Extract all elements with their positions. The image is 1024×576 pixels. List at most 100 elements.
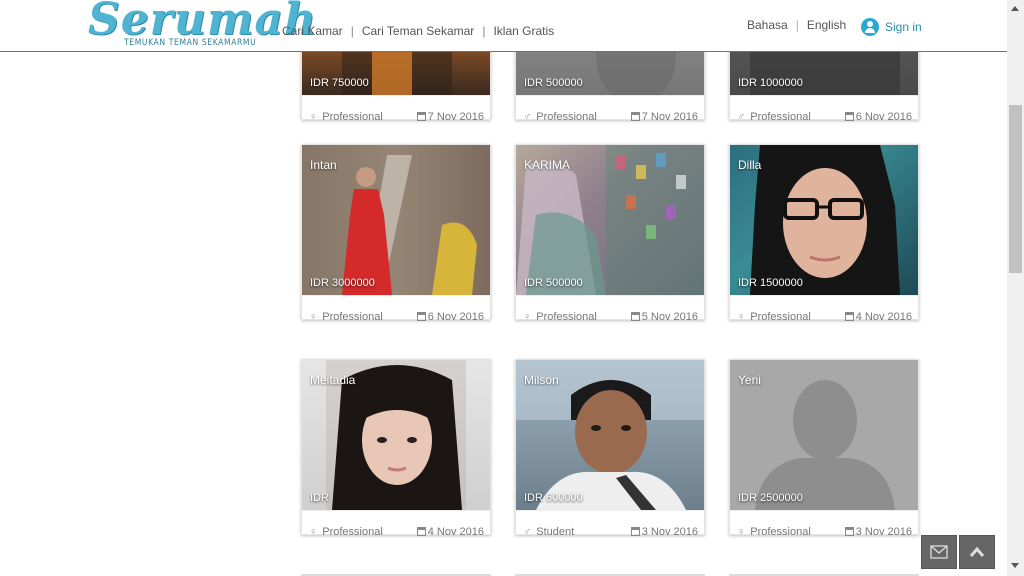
scroll-thumb[interactable] <box>1009 105 1022 273</box>
listing-date: 3 Nov 2016 <box>844 526 912 538</box>
logo-tagline: TEMUKAN TEMAN SEKAMARMU <box>124 38 257 48</box>
date-label: 6 Nov 2016 <box>427 311 484 323</box>
listing-occupation: ♀ Professional <box>737 311 811 323</box>
occupation-label: Professional <box>536 111 597 123</box>
female-icon: ♀ <box>737 311 746 323</box>
listing-date: 5 Nov 2016 <box>630 311 698 323</box>
scroll-to-top-button[interactable] <box>959 535 995 569</box>
language-value[interactable]: English <box>807 18 846 32</box>
listing-footer: ♂ Student 3 Nov 2016 <box>516 510 704 538</box>
listing-footer: ♀ Professional 7 Nov 2016 <box>302 95 490 123</box>
listing-date: 7 Nov 2016 <box>630 111 698 123</box>
site-logo[interactable]: Serumah TEMUKAN TEMAN SEKAMARMU <box>88 0 316 52</box>
main-nav: Cari Kamar | Cari Teman Sekamar | Iklan … <box>282 24 554 38</box>
date-label: 7 Nov 2016 <box>641 111 698 123</box>
listing-photo[interactable]: Intan IDR 3000000 <box>302 145 490 295</box>
nav-iklan-gratis[interactable]: Iklan Gratis <box>493 24 554 38</box>
female-icon: ♀ <box>309 311 318 323</box>
user-icon <box>861 18 879 36</box>
listing-name: Milson <box>524 373 559 387</box>
listing-name: Meitadia <box>310 373 356 387</box>
female-icon: ♀ <box>309 111 318 123</box>
listing-photo[interactable]: Dilla IDR 1500000 <box>730 145 918 295</box>
listing-card[interactable]: Yeni IDR 2500000 ♀ Professional 3 Nov 201… <box>729 359 919 538</box>
female-icon: ♀ <box>737 526 746 538</box>
listing-card[interactable]: Milson IDR 600000 ♂ Student 3 Nov 2016 <box>515 359 705 538</box>
listing-footer: ♀ Professional 5 Nov 2016 <box>516 295 704 323</box>
occupation-label: Professional <box>322 311 383 323</box>
listing-name: Dilla <box>738 158 762 172</box>
listing-photo[interactable]: KARIMA IDR 500000 <box>516 145 704 295</box>
listing-price: IDR 750000 <box>310 77 369 89</box>
listing-photo[interactable]: Milson IDR 600000 <box>516 360 704 510</box>
calendar-icon <box>844 112 854 121</box>
listing-footer: ♀ Professional 4 Nov 2016 <box>302 510 490 538</box>
male-icon: ♂ <box>523 111 532 123</box>
listing-card[interactable]: Meitadia IDR ♀ Professional 4 Nov 2016 <box>301 359 491 538</box>
occupation-label: Professional <box>322 111 383 123</box>
language-switcher: Bahasa | English <box>747 18 846 32</box>
occupation-label: Professional <box>750 311 811 323</box>
listing-occupation: ♀ Professional <box>737 526 811 538</box>
listing-photo[interactable]: Yeni IDR 2500000 <box>730 360 918 510</box>
listing-occupation: ♀ Professional <box>309 311 383 323</box>
listing-occupation: ♂ Professional <box>737 111 811 123</box>
calendar-icon <box>416 527 426 536</box>
scroll-down-arrow-icon[interactable] <box>1011 563 1019 568</box>
listing-price: IDR 1500000 <box>738 277 803 289</box>
female-icon: ♀ <box>309 526 318 538</box>
listing-card[interactable]: Dilla IDR 1500000 ♀ Professional 4 Nov 20… <box>729 144 919 323</box>
listing-card[interactable]: Intan IDR 3000000 ♀ Professional 6 Nov 20… <box>301 144 491 323</box>
listing-date: 4 Nov 2016 <box>844 311 912 323</box>
chevron-up-icon <box>969 546 985 557</box>
listing-price: IDR 500000 <box>524 277 583 289</box>
date-label: 3 Nov 2016 <box>641 526 698 538</box>
mail-icon <box>930 545 948 559</box>
occupation-label: Student <box>536 526 575 538</box>
listing-date: 6 Nov 2016 <box>416 311 484 323</box>
listing-occupation: ♀ Professional <box>523 311 597 323</box>
site-header: Serumah TEMUKAN TEMAN SEKAMARMU Cari Kam… <box>0 0 1007 52</box>
calendar-icon <box>630 527 640 536</box>
nav-cari-teman-sekamar[interactable]: Cari Teman Sekamar <box>362 24 475 38</box>
calendar-icon <box>630 312 640 321</box>
occupation-label: Professional <box>750 111 811 123</box>
nav-separator: | <box>350 24 354 38</box>
listing-name: Intan <box>310 158 337 172</box>
signin-label: Sign in <box>885 20 922 34</box>
nav-separator: | <box>482 24 486 38</box>
date-label: 4 Nov 2016 <box>855 311 912 323</box>
listing-footer: ♂ Professional 6 Nov 2016 <box>730 95 918 123</box>
listing-price: IDR 500000 <box>524 77 583 89</box>
date-label: 7 Nov 2016 <box>427 111 484 123</box>
listing-card[interactable]: KARIMA IDR 500000 ♀ Professional 5 Nov 20… <box>515 144 705 323</box>
listing-price: IDR 1000000 <box>738 77 803 89</box>
listing-photo[interactable]: Meitadia IDR <box>302 360 490 510</box>
date-label: 3 Nov 2016 <box>855 526 912 538</box>
listing-footer: ♀ Professional 3 Nov 2016 <box>730 510 918 538</box>
male-icon: ♂ <box>523 526 532 538</box>
language-label[interactable]: Bahasa <box>747 18 788 32</box>
occupation-label: Professional <box>536 311 597 323</box>
nav-cari-kamar[interactable]: Cari Kamar <box>282 24 343 38</box>
listing-name: KARIMA <box>524 158 571 172</box>
listing-price: IDR 3000000 <box>310 277 375 289</box>
listing-price: IDR 600000 <box>524 492 583 504</box>
scroll-up-arrow-icon[interactable] <box>1011 6 1019 11</box>
date-label: 5 Nov 2016 <box>641 311 698 323</box>
listing-footer: ♀ Professional 4 Nov 2016 <box>730 295 918 323</box>
contact-button[interactable] <box>921 535 957 569</box>
listing-occupation: ♂ Professional <box>523 111 597 123</box>
calendar-icon <box>416 312 426 321</box>
listing-price: IDR 2500000 <box>738 492 803 504</box>
signin-button[interactable]: Sign in <box>861 18 922 36</box>
male-icon: ♂ <box>737 111 746 123</box>
calendar-icon <box>416 112 426 121</box>
date-label: 6 Nov 2016 <box>855 111 912 123</box>
listing-date: 4 Nov 2016 <box>416 526 484 538</box>
calendar-icon <box>844 527 854 536</box>
page-scrollbar[interactable] <box>1007 0 1024 576</box>
listing-footer: ♂ Professional 7 Nov 2016 <box>516 95 704 123</box>
listing-occupation: ♂ Student <box>523 526 574 538</box>
listing-name: Yeni <box>738 373 761 387</box>
